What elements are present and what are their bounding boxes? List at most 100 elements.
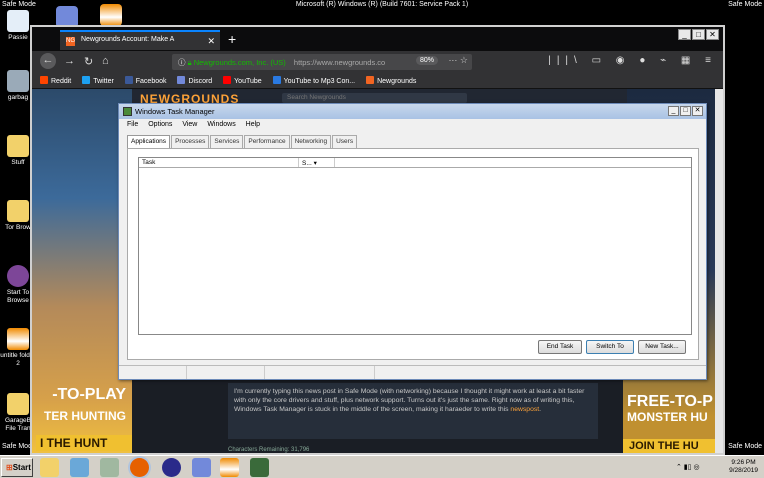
status-processes bbox=[119, 366, 187, 379]
bookmark-youtube-mp3[interactable]: YouTube to Mp3 Con... bbox=[272, 76, 355, 85]
menu-windows[interactable]: Windows bbox=[207, 121, 235, 128]
reload-button[interactable]: ↻ bbox=[84, 55, 93, 68]
windows-logo-icon: ⊞ bbox=[6, 463, 13, 472]
tab-services[interactable]: Services bbox=[210, 135, 244, 149]
home-button[interactable]: ⌂ bbox=[102, 55, 109, 67]
applications-panel: Task S... ▾ End Task Switch To New Task.… bbox=[127, 148, 699, 360]
clock-date: 9/28/2019 bbox=[729, 467, 758, 474]
globe-icon bbox=[272, 76, 281, 84]
column-task[interactable]: Task bbox=[139, 158, 299, 167]
clock[interactable]: 9:26 PM 9/28/2019 bbox=[729, 459, 758, 475]
status-memory bbox=[265, 366, 375, 379]
status-cpu bbox=[187, 366, 265, 379]
new-tab-button[interactable]: + bbox=[228, 31, 236, 47]
secure-site-label: Newgrounds.com, Inc. (US) bbox=[193, 58, 286, 67]
desktop-app-icon bbox=[7, 10, 29, 32]
info-icon[interactable]: ⓘ bbox=[178, 58, 186, 67]
tor-start-icon bbox=[7, 265, 29, 287]
task-manager-titlebar[interactable]: Windows Task Manager _ □ ✕ bbox=[119, 104, 706, 119]
youtube-icon bbox=[223, 76, 232, 84]
promo-left-button[interactable]: I THE HUNT bbox=[36, 435, 132, 451]
news-post-link[interactable]: newspost bbox=[510, 406, 539, 413]
new-task-button[interactable]: New Task... bbox=[638, 340, 686, 354]
news-post-end: . bbox=[539, 406, 542, 413]
minimize-button[interactable]: _ bbox=[678, 29, 691, 40]
page-scrollbar[interactable] bbox=[715, 89, 723, 453]
maximize-button[interactable]: □ bbox=[692, 29, 705, 40]
tray-icons[interactable]: ⌃ ▮▯ ◎ bbox=[676, 463, 700, 471]
news-post-editor[interactable]: I'm currently typing this news post in S… bbox=[228, 383, 598, 439]
promo-left-line2: TER HUNTING bbox=[44, 409, 126, 423]
url-text: https://www.newgrounds.co bbox=[293, 58, 386, 67]
promo-right-button[interactable]: JOIN THE HU bbox=[623, 439, 723, 453]
lock-icon: 🔒︎ bbox=[187, 58, 192, 67]
bookmark-facebook[interactable]: Facebook bbox=[124, 76, 167, 85]
tab-networking[interactable]: Networking bbox=[290, 135, 332, 149]
task-manager-menubar: File Options View Windows Help bbox=[119, 119, 706, 132]
end-task-button[interactable]: End Task bbox=[538, 340, 582, 354]
tab-performance[interactable]: Performance bbox=[244, 135, 290, 149]
discord-icon[interactable] bbox=[192, 458, 211, 477]
zoom-level[interactable]: 80% bbox=[415, 56, 438, 65]
task-manager-window: Windows Task Manager _ □ ✕ File Options … bbox=[118, 103, 707, 380]
facebook-icon bbox=[124, 76, 133, 84]
close-tab-icon[interactable]: ✕ bbox=[207, 36, 215, 47]
search-input[interactable]: Search Newgrounds bbox=[282, 93, 467, 103]
bookmarks-toolbar: Reddit Twitter Facebook Discord YouTube … bbox=[32, 73, 723, 89]
newgrounds-favicon-icon: NG bbox=[66, 37, 75, 46]
twitter-icon bbox=[82, 76, 91, 84]
task-manager-title: Windows Task Manager bbox=[135, 107, 215, 116]
task-manager-tabs: Applications Processes Services Performa… bbox=[127, 135, 358, 149]
tab-users[interactable]: Users bbox=[332, 135, 358, 149]
reddit-icon bbox=[40, 76, 48, 84]
promo-right-line2: MONSTER HU bbox=[627, 410, 708, 424]
column-status[interactable]: S... ▾ bbox=[299, 158, 335, 167]
vlc-icon[interactable] bbox=[100, 4, 122, 26]
bookmark-reddit[interactable]: Reddit bbox=[40, 76, 71, 85]
tab-applications[interactable]: Applications bbox=[127, 135, 171, 149]
bookmark-youtube[interactable]: YouTube bbox=[223, 76, 262, 85]
bookmark-twitter[interactable]: Twitter bbox=[82, 76, 114, 85]
menu-help[interactable]: Help bbox=[246, 121, 260, 128]
close-button[interactable]: ✕ bbox=[692, 106, 703, 116]
paint-icon[interactable] bbox=[100, 458, 119, 477]
explorer-icon[interactable] bbox=[40, 458, 59, 477]
promo-left-line1: -TO-PLAY bbox=[52, 386, 126, 403]
headphones-icon[interactable] bbox=[162, 458, 181, 477]
discord-icon bbox=[177, 76, 186, 84]
bookmark-discord[interactable]: Discord bbox=[177, 76, 212, 85]
task-manager-window-controls: _ □ ✕ bbox=[668, 106, 703, 116]
taskbar: ⊞Start ⌃ ▮▯ ◎ 9:26 PM 9/28/2019 bbox=[0, 455, 764, 478]
task-list[interactable]: Task S... ▾ bbox=[138, 157, 692, 335]
url-bar[interactable]: ⓘ 🔒︎ Newgrounds.com, Inc. (US) https://w… bbox=[172, 54, 472, 70]
firefox-window-controls: _ □ ✕ bbox=[678, 29, 719, 40]
firefox-icon[interactable] bbox=[130, 458, 149, 477]
tab-processes[interactable]: Processes bbox=[171, 135, 210, 149]
tab-title: Newgrounds Account: Make A bbox=[80, 36, 175, 43]
characters-remaining: Characters Remaining: 31,796 bbox=[228, 447, 310, 453]
maximize-button[interactable]: □ bbox=[680, 106, 691, 116]
newgrounds-icon bbox=[366, 76, 375, 84]
vlc-icon[interactable] bbox=[220, 458, 239, 477]
start-button[interactable]: ⊞Start bbox=[1, 458, 33, 477]
recycle-bin-icon bbox=[7, 70, 29, 92]
app-icon[interactable] bbox=[70, 458, 89, 477]
tor-browser-icon bbox=[7, 200, 29, 222]
chevron-down-icon: ▾ bbox=[313, 160, 317, 167]
task-manager-icon bbox=[123, 107, 132, 116]
toolbar-icons[interactable]: |||\ ▭ ◉ ● ⌁ ▦ ≡ bbox=[548, 55, 717, 66]
back-button[interactable]: ← bbox=[40, 53, 56, 69]
task-manager-taskbar-icon[interactable] bbox=[250, 458, 269, 477]
vlc-icon bbox=[7, 328, 29, 350]
page-actions-icon[interactable]: ··· ☆ bbox=[448, 55, 468, 66]
task-list-header: Task S... ▾ bbox=[139, 158, 691, 168]
bookmark-newgrounds[interactable]: Newgrounds bbox=[366, 76, 416, 85]
close-button[interactable]: ✕ bbox=[706, 29, 719, 40]
minimize-button[interactable]: _ bbox=[668, 106, 679, 116]
tab-newgrounds[interactable]: NG Newgrounds Account: Make A ✕ bbox=[60, 30, 220, 50]
switch-to-button[interactable]: Switch To bbox=[586, 340, 634, 354]
forward-button[interactable]: → bbox=[64, 55, 75, 67]
menu-view[interactable]: View bbox=[182, 121, 197, 128]
menu-file[interactable]: File bbox=[127, 121, 138, 128]
menu-options[interactable]: Options bbox=[148, 121, 172, 128]
